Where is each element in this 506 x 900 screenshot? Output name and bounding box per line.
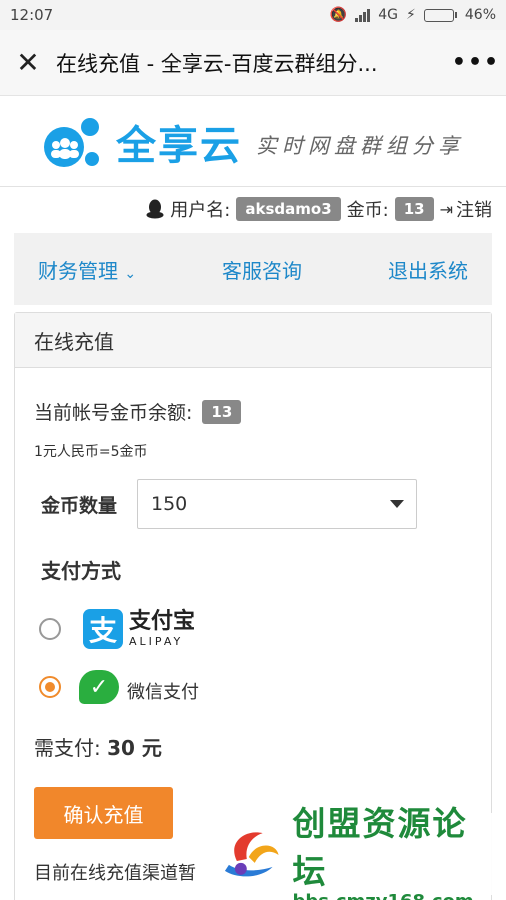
payment-option-wechat[interactable]: ✓ 微信支付 — [34, 662, 472, 712]
balance-badge: 13 — [202, 399, 242, 424]
coin-amount-label: 金币数量 — [41, 494, 118, 517]
status-icons: 🔕 4G ⚡ 46% — [330, 7, 496, 23]
signal-icon — [355, 8, 371, 22]
battery-percent: 46% — [464, 7, 496, 23]
coins-label: 金币: — [346, 200, 389, 221]
battery-icon — [423, 8, 457, 22]
alipay-en: ALIPAY — [129, 635, 184, 648]
more-icon[interactable]: ••• — [446, 30, 506, 96]
wechat-label: 微信支付 — [127, 682, 199, 703]
logo-slogan: 实时网盘群组分享 — [256, 133, 464, 158]
logo-text: 全享云 — [116, 122, 242, 169]
nav-support[interactable]: 客服咨询 — [222, 255, 302, 284]
amount-due-value: 30 元 — [107, 736, 162, 760]
username-label: 用户名: — [170, 200, 231, 221]
confirm-recharge-button[interactable]: 确认充值 — [34, 787, 173, 839]
nav-finance-label: 财务管理 — [38, 258, 118, 283]
alipay-icon: 支 — [83, 609, 123, 649]
nav-logout[interactable]: 退出系统 — [388, 255, 468, 284]
payment-method-title: 支付方式 — [41, 559, 121, 583]
app-bar: ✕ 在线充值 - 全享云-百度云群组分... ••• — [0, 30, 506, 96]
alipay-logo: 支 支付宝 ALIPAY — [83, 609, 195, 649]
status-time: 12:07 — [10, 6, 54, 24]
charging-icon: ⚡ — [406, 7, 416, 23]
logout-icon: ⇥ — [439, 199, 453, 219]
coins-badge: 13 — [394, 197, 434, 221]
user-icon — [146, 199, 164, 219]
coin-amount-select[interactable]: 150 — [137, 479, 417, 529]
username-badge: aksdamo3 — [236, 197, 341, 221]
logout-label: 注销 — [456, 200, 492, 221]
watermark-logo-icon — [224, 832, 279, 877]
caret-down-icon — [390, 500, 404, 508]
status-bar: 12:07 🔕 4G ⚡ 46% — [0, 0, 506, 30]
user-info: 用户名: aksdamo3 金币: 13 ⇥ 注销 — [146, 194, 492, 224]
coin-amount-value: 150 — [151, 493, 188, 515]
chevron-down-icon: ⌄ — [124, 265, 137, 282]
network-label: 4G — [378, 7, 399, 23]
wechat-logo: ✓ 微信支付 — [79, 670, 199, 704]
panel-title: 在线充值 — [15, 313, 491, 368]
amount-due: 需支付: 30 元 — [34, 732, 472, 761]
close-icon[interactable]: ✕ — [0, 30, 56, 96]
watermark-name: 创盟资源论坛 — [292, 803, 468, 891]
wechat-pay-icon: ✓ — [79, 670, 119, 704]
site-header: 全享云 实时网盘群组分享 — [0, 97, 506, 187]
watermark: 创盟资源论坛 bbs.cmzy168.com — [211, 804, 501, 900]
alipay-name: 支付宝 — [129, 609, 196, 634]
coin-amount-row: 金币数量 150 — [34, 479, 472, 529]
amount-due-label: 需支付: — [34, 736, 101, 760]
mute-icon: 🔕 — [329, 7, 348, 23]
logo-icon — [44, 117, 99, 167]
wechat-radio[interactable] — [39, 676, 61, 698]
main-nav: 财务管理 ⌄ 客服咨询 退出系统 — [14, 233, 492, 305]
exchange-rate: 1元人民币=5金币 — [34, 444, 148, 460]
balance-label: 当前帐号金币余额: — [34, 402, 193, 424]
logout-link[interactable]: ⇥ 注销 — [440, 196, 492, 222]
payment-option-alipay[interactable]: 支 支付宝 ALIPAY — [34, 604, 472, 654]
page-title: 在线充值 - 全享云-百度云群组分... — [56, 51, 378, 76]
watermark-url: bbs.cmzy168.com — [293, 891, 501, 900]
balance-row: 当前帐号金币余额: 13 — [34, 398, 472, 425]
nav-finance[interactable]: 财务管理 ⌄ — [38, 255, 136, 284]
alipay-radio[interactable] — [39, 618, 61, 640]
